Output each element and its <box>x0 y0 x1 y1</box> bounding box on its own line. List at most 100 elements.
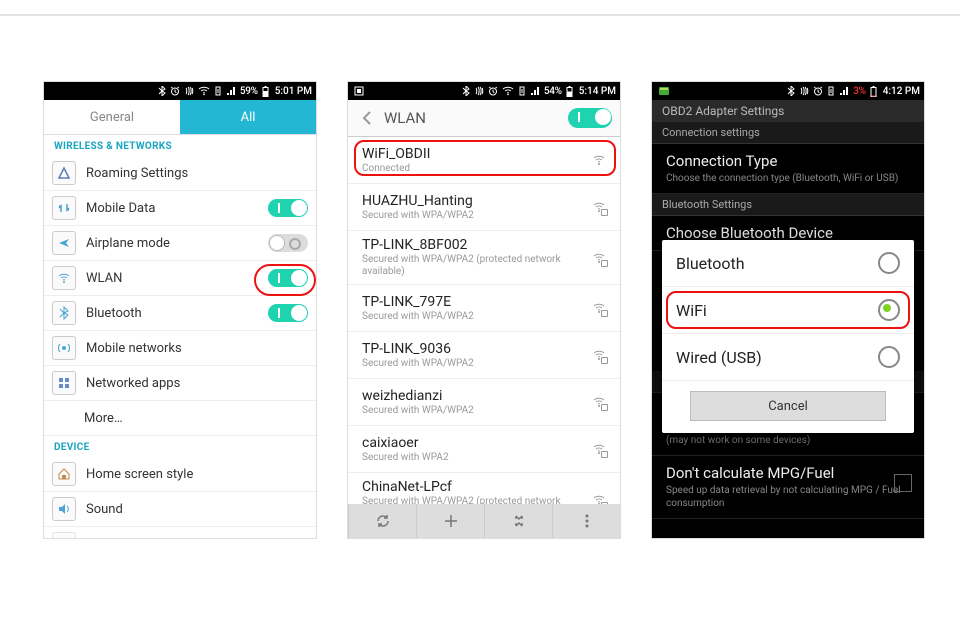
checkbox[interactable] <box>894 474 912 492</box>
row-home-screen[interactable]: Home screen style <box>44 457 316 492</box>
alarm-icon <box>488 86 498 96</box>
back-button[interactable] <box>356 107 378 129</box>
refresh-button[interactable] <box>348 504 416 538</box>
signal-icon <box>226 86 236 96</box>
item-subtitle: Speed up data retrieval by not calculati… <box>666 484 910 510</box>
cancel-button[interactable]: Cancel <box>690 391 886 421</box>
option-bluetooth[interactable]: Bluetooth <box>662 240 914 287</box>
section-wireless-header: WIRELESS & NETWORKS <box>44 135 316 156</box>
signal-icon <box>530 86 540 96</box>
row-label: Home screen style <box>86 467 308 482</box>
row-roaming[interactable]: Roaming Settings <box>44 156 316 191</box>
roaming-icon <box>52 161 76 185</box>
alarm-icon <box>170 86 180 96</box>
row-label: Sound <box>86 502 308 517</box>
vibrate-icon <box>184 86 194 96</box>
network-status: Secured with WPA/WPA2 <box>362 405 592 417</box>
row-airplane[interactable]: Airplane mode <box>44 226 316 261</box>
row-label: Display <box>86 537 308 539</box>
status-bar: 3% 4:12 PM <box>652 82 924 100</box>
network-name: caixiaoer <box>362 435 592 451</box>
display-icon <box>52 532 76 538</box>
airplane-toggle[interactable] <box>268 234 308 252</box>
clock: 5:01 PM <box>275 86 312 97</box>
network-name: ChinaNet-LPcf <box>362 479 592 495</box>
row-label: Roaming Settings <box>86 166 308 181</box>
wifi-signal-icon <box>592 200 606 214</box>
wifi-signal-icon <box>592 348 606 362</box>
bluetooth-icon <box>158 86 166 96</box>
wlan-network-list: WiFi_OBDIIConnectedHUAZHU_HantingSecured… <box>348 137 620 527</box>
data-icon <box>214 86 222 96</box>
wireless-list: Roaming Settings Mobile Data Airplane mo… <box>44 156 316 436</box>
option-wired[interactable]: Wired (USB) <box>662 334 914 381</box>
wlan-network-row[interactable]: caixiaoerSecured with WPA2 <box>348 426 620 473</box>
bluetooth-icon <box>787 86 795 96</box>
section-connection-settings: Connection settings <box>652 122 924 144</box>
connection-type-dialog: Bluetooth WiFi Wired (USB) Cancel <box>662 240 914 433</box>
screen-title: OBD2 Adapter Settings <box>652 100 924 122</box>
wlan-header: WLAN <box>348 100 620 137</box>
section-device-header: DEVICE <box>44 436 316 457</box>
battery-icon <box>870 86 877 97</box>
bottom-toolbar <box>348 504 620 538</box>
option-label: WiFi <box>676 301 707 320</box>
row-display[interactable]: Display <box>44 527 316 538</box>
wlan-toggle[interactable] <box>268 269 308 287</box>
app-icon <box>658 86 670 96</box>
row-more[interactable]: More… <box>44 401 316 436</box>
item-title: Connection Type <box>666 152 910 170</box>
item-subtitle: Choose the connection type (Bluetooth, W… <box>666 172 910 185</box>
status-bar: 59% 5:01 PM <box>44 82 316 100</box>
network-name: TP-LINK_8BF002 <box>362 237 592 253</box>
radio[interactable] <box>878 252 900 274</box>
wlan-network-row[interactable]: TP-LINK_797ESecured with WPA/WPA2 <box>348 285 620 332</box>
wlan-master-toggle[interactable] <box>568 108 612 128</box>
row-label: Bluetooth <box>86 306 268 321</box>
row-bluetooth[interactable]: Bluetooth <box>44 296 316 331</box>
wlan-network-row[interactable]: WiFi_OBDIIConnected <box>348 137 620 184</box>
phone-settings: 59% 5:01 PM General All WIRELESS & NETWO… <box>44 82 316 538</box>
row-label: WLAN <box>86 271 268 286</box>
signal-icon <box>839 86 849 96</box>
row-sound[interactable]: Sound <box>44 492 316 527</box>
networked-apps-icon <box>52 371 76 395</box>
row-label: Mobile networks <box>86 341 308 356</box>
add-network-button[interactable] <box>416 504 484 538</box>
bluetooth-icon <box>462 86 470 96</box>
sound-icon <box>52 497 76 521</box>
vibrate-icon <box>799 86 809 96</box>
wlan-network-row[interactable]: HUAZHU_HantingSecured with WPA/WPA2 <box>348 184 620 231</box>
status-bar: 54% 5:14 PM <box>348 82 620 100</box>
battery-percent: 54% <box>544 86 562 97</box>
network-status: Secured with WPA/WPA2 <box>362 210 592 222</box>
network-name: WiFi_OBDII <box>362 146 592 162</box>
network-name: weizhedianzi <box>362 388 592 404</box>
option-wifi[interactable]: WiFi <box>662 287 914 334</box>
wlan-network-row[interactable]: weizhedianziSecured with WPA/WPA2 <box>348 379 620 426</box>
tab-all[interactable]: All <box>180 100 316 134</box>
data-icon <box>518 86 526 96</box>
wps-button[interactable] <box>484 504 552 538</box>
vibrate-icon <box>474 86 484 96</box>
row-wlan[interactable]: WLAN <box>44 261 316 296</box>
tab-general[interactable]: General <box>44 100 180 134</box>
overflow-button[interactable] <box>552 504 620 538</box>
wlan-icon <box>52 266 76 290</box>
battery-percent: 3% <box>853 86 865 97</box>
wlan-network-row[interactable]: TP-LINK_8BF002Secured with WPA/WPA2 (pro… <box>348 231 620 285</box>
item-dont-calc-mpg[interactable]: Don't calculate MPG/Fuel Speed up data r… <box>652 456 924 519</box>
row-mobile-networks[interactable]: Mobile networks <box>44 331 316 366</box>
row-networked-apps[interactable]: Networked apps <box>44 366 316 401</box>
row-label: Networked apps <box>86 376 308 391</box>
bluetooth-toggle[interactable] <box>268 304 308 322</box>
network-status: Secured with WPA/WPA2 <box>362 358 592 370</box>
wifi-signal-icon <box>592 395 606 409</box>
wifi-signal-icon <box>592 442 606 456</box>
radio[interactable] <box>878 299 900 321</box>
row-mobile-data[interactable]: Mobile Data <box>44 191 316 226</box>
wlan-network-row[interactable]: TP-LINK_9036Secured with WPA/WPA2 <box>348 332 620 379</box>
mobile-data-toggle[interactable] <box>268 199 308 217</box>
radio[interactable] <box>878 346 900 368</box>
item-connection-type[interactable]: Connection Type Choose the connection ty… <box>652 144 924 194</box>
